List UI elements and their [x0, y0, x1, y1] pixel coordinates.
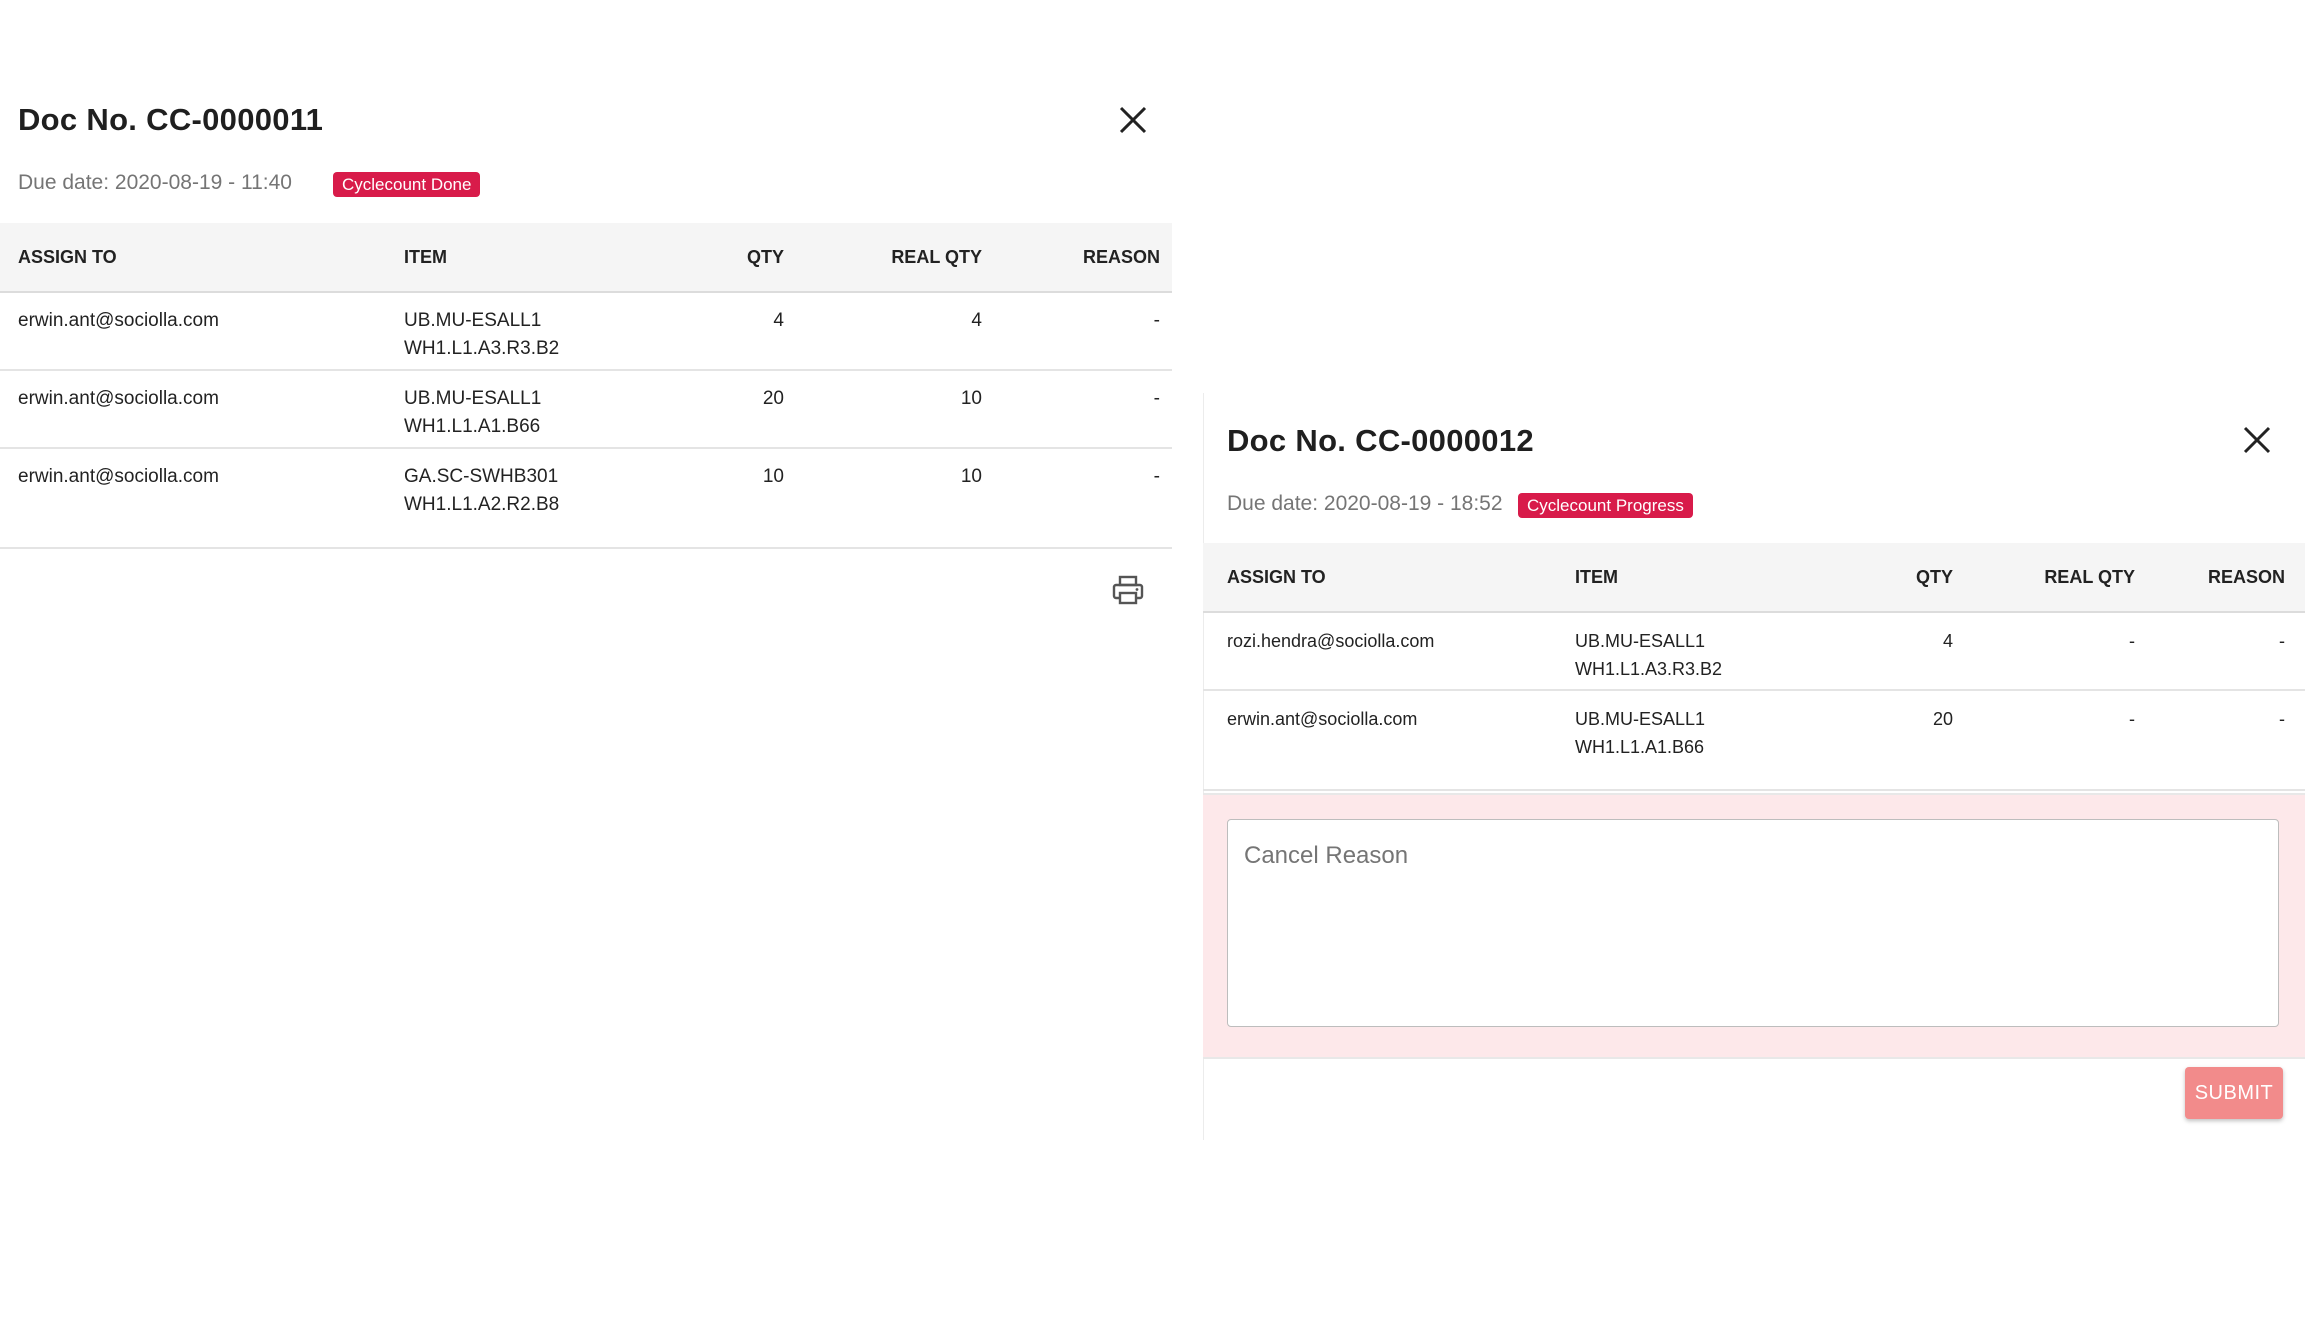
cyclecount-dialog-progress: Doc No. CC-0000012 Due date: 2020-08-19 …	[1203, 393, 2305, 1140]
column-header-qty: QTY	[1795, 543, 1953, 613]
column-header-real-qty: REAL QTY	[1953, 543, 2135, 613]
table-row: erwin.ant@sociolla.com UB.MU-ESALL1 WH1.…	[0, 292, 1172, 371]
assign-to-cell: erwin.ant@sociolla.com	[0, 448, 404, 549]
real-qty-cell: 10	[784, 448, 982, 549]
status-badge: Cyclecount Progress	[1518, 493, 1693, 518]
real-qty-cell: -	[1953, 612, 2135, 691]
column-header-real-qty: REAL QTY	[784, 223, 982, 293]
item-code: GA.SC-SWHB301	[404, 466, 559, 487]
real-qty-cell: -	[1953, 690, 2135, 791]
qty-cell: 10	[654, 448, 784, 549]
table-row: erwin.ant@sociolla.com GA.SC-SWHB301 WH1…	[0, 448, 1172, 549]
assign-to-cell: erwin.ant@sociolla.com	[1203, 690, 1575, 791]
item-code: UB.MU-ESALL1	[404, 388, 542, 409]
column-header-reason: REASON	[982, 223, 1172, 293]
item-code: UB.MU-ESALL1	[1575, 709, 1706, 729]
real-qty-cell: 4	[784, 292, 982, 371]
status-badge: Cyclecount Done	[333, 172, 481, 197]
qty-cell: 20	[1795, 690, 1953, 791]
cancel-reason-input[interactable]	[1227, 819, 2279, 1027]
reason-cell: -	[982, 292, 1172, 371]
item-location: WH1.L1.A2.R2.B8	[404, 494, 560, 515]
column-header-item: ITEM	[1575, 543, 1795, 613]
item-location: WH1.L1.A1.B66	[1575, 737, 1705, 757]
column-header-item: ITEM	[404, 223, 654, 293]
assign-to-cell: rozi.hendra@sociolla.com	[1203, 612, 1575, 691]
due-date: Due date: 2020-08-19 - 11:40	[18, 171, 292, 194]
items-table: ASSIGN TO ITEM QTY REAL QTY REASON erwin…	[0, 223, 1172, 549]
cyclecount-dialog-done: Doc No. CC-0000011 Due date: 2020-08-19 …	[0, 0, 1172, 1326]
item-cell: UB.MU-ESALL1 WH1.L1.A1.B66	[1575, 690, 1795, 791]
items-table: ASSIGN TO ITEM QTY REAL QTY REASON rozi.…	[1203, 543, 2305, 791]
close-button[interactable]	[1113, 100, 1153, 140]
qty-cell: 4	[654, 292, 784, 371]
table-header: ASSIGN TO ITEM QTY REAL QTY REASON	[0, 223, 1172, 293]
reason-cell: -	[982, 448, 1172, 549]
column-header-assign-to: ASSIGN TO	[1203, 543, 1575, 613]
submit-button[interactable]: SUBMIT	[2185, 1067, 2283, 1119]
column-header-assign-to: ASSIGN TO	[0, 223, 404, 293]
table-row: erwin.ant@sociolla.com UB.MU-ESALL1 WH1.…	[1203, 690, 2305, 791]
print-button[interactable]	[1110, 572, 1146, 608]
item-location: WH1.L1.A1.B66	[404, 416, 541, 437]
table-header: ASSIGN TO ITEM QTY REAL QTY REASON	[1203, 543, 2305, 613]
item-code: UB.MU-ESALL1	[404, 310, 542, 331]
table-row: erwin.ant@sociolla.com UB.MU-ESALL1 WH1.…	[0, 370, 1172, 449]
item-cell: GA.SC-SWHB301 WH1.L1.A2.R2.B8	[404, 448, 654, 549]
reason-cell: -	[982, 370, 1172, 449]
assign-to-cell: erwin.ant@sociolla.com	[0, 370, 404, 449]
column-header-reason: REASON	[2135, 543, 2305, 613]
close-icon	[2243, 426, 2271, 454]
print-icon	[1112, 575, 1144, 605]
item-location: WH1.L1.A3.R3.B2	[404, 338, 560, 359]
due-date: Due date: 2020-08-19 - 18:52	[1227, 492, 1503, 515]
doc-title: Doc No. CC-0000012	[1227, 423, 1534, 458]
reason-cell: -	[2135, 690, 2305, 791]
column-header-qty: QTY	[654, 223, 784, 293]
item-cell: UB.MU-ESALL1 WH1.L1.A3.R3.B2	[404, 292, 654, 371]
assign-to-cell: erwin.ant@sociolla.com	[0, 292, 404, 371]
cancel-reason-panel	[1203, 793, 2305, 1059]
reason-cell: -	[2135, 612, 2305, 691]
qty-cell: 20	[654, 370, 784, 449]
item-cell: UB.MU-ESALL1 WH1.L1.A1.B66	[404, 370, 654, 449]
close-icon	[1119, 106, 1147, 134]
item-code: UB.MU-ESALL1	[1575, 631, 1706, 651]
doc-title: Doc No. CC-0000011	[18, 102, 324, 137]
table-row: rozi.hendra@sociolla.com UB.MU-ESALL1 WH…	[1203, 612, 2305, 691]
close-button[interactable]	[2237, 420, 2277, 460]
item-cell: UB.MU-ESALL1 WH1.L1.A3.R3.B2	[1575, 612, 1795, 691]
item-location: WH1.L1.A3.R3.B2	[1575, 659, 1723, 679]
qty-cell: 4	[1795, 612, 1953, 691]
real-qty-cell: 10	[784, 370, 982, 449]
